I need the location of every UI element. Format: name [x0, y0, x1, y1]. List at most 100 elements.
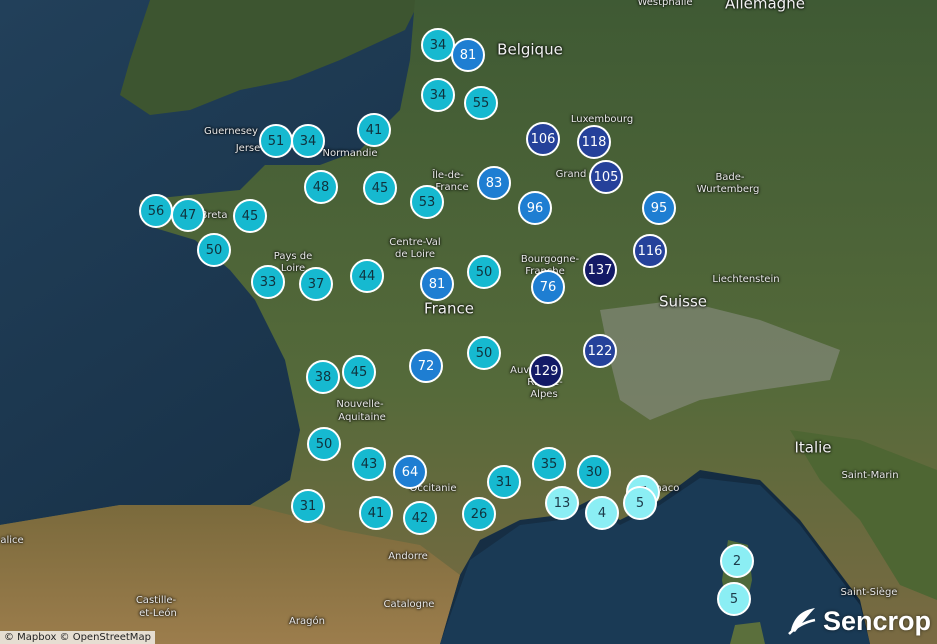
cluster-marker-rennes[interactable]: 45: [233, 199, 267, 233]
cluster-marker-toulouse-n[interactable]: 64: [393, 455, 427, 489]
cluster-count: 5: [729, 591, 739, 607]
cluster-marker-besancon[interactable]: 137: [583, 253, 617, 287]
cluster-count: 122: [587, 343, 613, 359]
cluster-marker-geneve[interactable]: 122: [583, 334, 617, 368]
map-label-nouvelle-2: Aquitaine: [338, 412, 386, 423]
cluster-marker-charente[interactable]: 38: [306, 360, 340, 394]
map-label-luxembourg: Luxembourg: [570, 114, 634, 125]
cluster-marker-var-w[interactable]: 13: [545, 486, 579, 520]
map-label-bade-2: Wurtemberg: [696, 184, 760, 195]
cluster-count: 55: [472, 95, 490, 111]
cluster-count: 42: [411, 510, 429, 526]
cluster-marker-gard[interactable]: 31: [487, 465, 521, 499]
cluster-marker-vaucluse[interactable]: 30: [577, 455, 611, 489]
cluster-marker-nantes[interactable]: 33: [251, 265, 285, 299]
cluster-count: 81: [428, 276, 446, 292]
cluster-count: 26: [470, 506, 488, 522]
cluster-count: 35: [540, 456, 558, 472]
cluster-marker-normandie-s[interactable]: 48: [304, 170, 338, 204]
cluster-marker-bourgogne-s[interactable]: 76: [531, 270, 565, 304]
cluster-count: 50: [315, 436, 333, 452]
cluster-count: 76: [539, 279, 557, 295]
cluster-marker-chartres[interactable]: 45: [363, 171, 397, 205]
map-label-grand-est: Grand: [555, 169, 587, 180]
cluster-count: 72: [417, 358, 435, 374]
cluster-marker-corse-s[interactable]: 5: [717, 582, 751, 616]
cluster-marker-dijon-w[interactable]: 50: [467, 255, 501, 289]
cluster-count: 13: [553, 495, 571, 511]
map-label-galice: alice: [0, 535, 24, 546]
cluster-marker-vannes[interactable]: 50: [197, 233, 231, 267]
cluster-marker-landes[interactable]: 31: [291, 489, 325, 523]
cluster-count: 4: [597, 505, 607, 521]
map-attribution[interactable]: © Mapbox © OpenStreetMap: [0, 631, 155, 644]
cluster-count: 34: [429, 87, 447, 103]
cluster-marker-nice-s[interactable]: 5: [623, 486, 657, 520]
cluster-count: 105: [593, 169, 619, 185]
cluster-count: 2: [732, 553, 742, 569]
sencrop-logo: Sencrop: [785, 604, 931, 638]
cluster-marker-brest[interactable]: 56: [139, 194, 173, 228]
cluster-marker-loire[interactable]: 50: [467, 336, 501, 370]
cluster-count: 51: [267, 133, 285, 149]
cluster-count: 129: [533, 363, 559, 379]
cluster-count: 5: [635, 495, 645, 511]
cluster-marker-normandie-e[interactable]: 34: [291, 124, 325, 158]
cluster-marker-luxembourg[interactable]: 118: [577, 125, 611, 159]
cluster-count: 50: [475, 264, 493, 280]
cluster-count: 83: [485, 175, 503, 191]
cluster-count: 95: [650, 200, 668, 216]
map-label-centre-2: de Loire: [394, 249, 436, 260]
cluster-marker-nancy[interactable]: 96: [518, 191, 552, 225]
cluster-count: 31: [299, 498, 317, 514]
cluster-marker-corse-n[interactable]: 2: [720, 544, 754, 578]
cluster-marker-reims[interactable]: 55: [464, 86, 498, 120]
cluster-marker-tours[interactable]: 44: [350, 259, 384, 293]
cluster-marker-ariege[interactable]: 42: [403, 501, 437, 535]
cluster-marker-vendee[interactable]: 37: [299, 267, 333, 301]
cluster-count: 44: [358, 268, 376, 284]
cluster-marker-lille-w[interactable]: 34: [421, 28, 455, 62]
cluster-marker-toulouse[interactable]: 41: [359, 496, 393, 530]
cluster-count: 50: [205, 242, 223, 258]
cluster-count: 38: [314, 369, 332, 385]
cluster-marker-amiens[interactable]: 34: [421, 78, 455, 112]
cluster-marker-drome[interactable]: 35: [532, 447, 566, 481]
map-label-belgique: Belgique: [497, 40, 563, 59]
map-label-auvergne-3: Alpes: [530, 389, 558, 400]
cluster-count: 118: [581, 134, 607, 150]
cluster-marker-bade[interactable]: 95: [642, 191, 676, 225]
map-label-castille-2: et-León: [139, 608, 177, 619]
map-label-suisse: Suisse: [658, 292, 708, 311]
cluster-marker-normandie-w[interactable]: 51: [259, 124, 293, 158]
cluster-marker-rouen[interactable]: 41: [357, 113, 391, 147]
map-label-castille-1: Castille-: [135, 595, 177, 606]
map-label-pays-de-loire-2: Loire: [280, 263, 306, 274]
cluster-count: 106: [530, 131, 556, 147]
cluster-marker-lyon[interactable]: 129: [529, 354, 563, 388]
cluster-marker-agen[interactable]: 43: [352, 447, 386, 481]
map-label-bourgogne-1: Bourgogne-: [520, 254, 580, 265]
cluster-marker-orleans[interactable]: 81: [420, 267, 454, 301]
cluster-marker-alsace-s[interactable]: 116: [633, 234, 667, 268]
cluster-marker-paris-s[interactable]: 53: [410, 185, 444, 219]
cluster-marker-bretagne-c[interactable]: 47: [171, 198, 205, 232]
cluster-marker-bordeaux[interactable]: 50: [307, 427, 341, 461]
cluster-marker-lorraine-n[interactable]: 106: [526, 122, 560, 156]
map-label-saint-siege: Saint-Siège: [840, 587, 898, 598]
map-label-catalogne: Catalogne: [383, 599, 435, 610]
satellite-map[interactable]: Westphalie Allemagne Belgique Luxembourg Gue…: [0, 0, 937, 644]
map-label-france: France: [424, 299, 474, 318]
cluster-count: 56: [147, 203, 165, 219]
cluster-marker-herault[interactable]: 26: [462, 497, 496, 531]
cluster-marker-auvergne[interactable]: 72: [409, 349, 443, 383]
sencrop-leaf-icon: [788, 608, 816, 635]
map-label-allemagne: Allemagne: [725, 0, 805, 13]
cluster-count: 53: [418, 194, 436, 210]
cluster-marker-strasbourg[interactable]: 105: [589, 160, 623, 194]
cluster-count: 34: [299, 133, 317, 149]
cluster-marker-champagne[interactable]: 83: [477, 166, 511, 200]
cluster-marker-lille-e[interactable]: 81: [451, 38, 485, 72]
cluster-marker-limousin[interactable]: 45: [342, 355, 376, 389]
cluster-marker-toulon[interactable]: 4: [585, 496, 619, 530]
